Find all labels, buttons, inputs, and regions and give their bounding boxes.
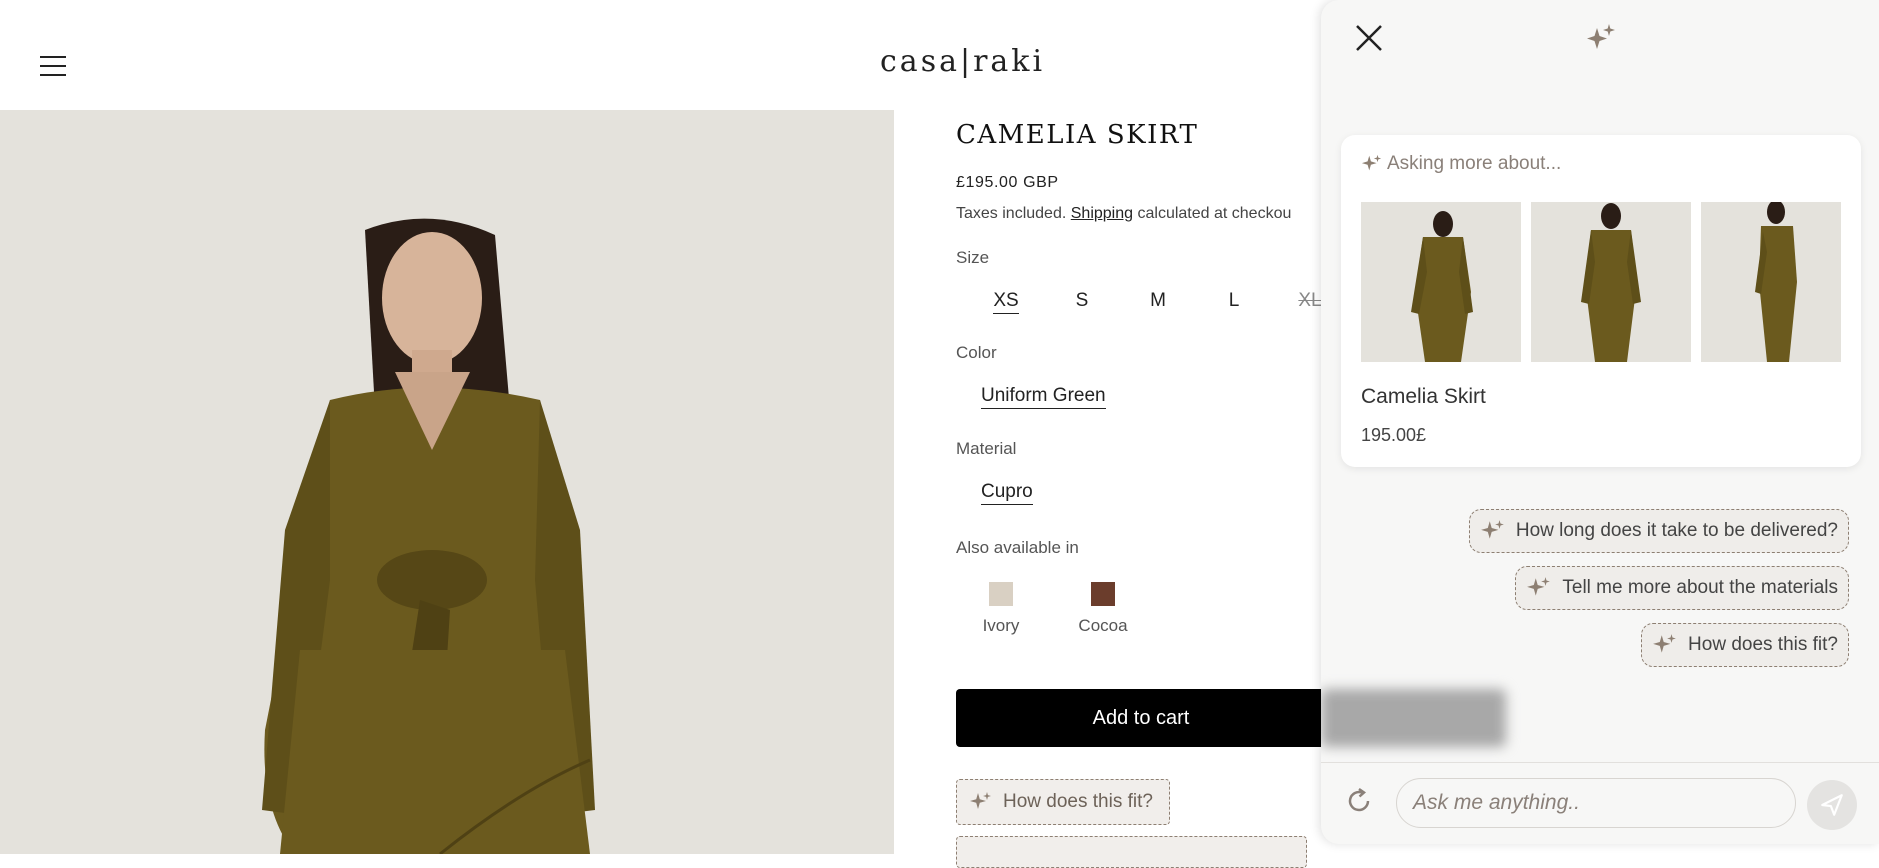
size-option-m[interactable]: M (1120, 290, 1196, 312)
product-thumbnail-side[interactable] (1701, 202, 1841, 362)
send-button[interactable] (1807, 780, 1857, 830)
card-product-name: Camelia Skirt (1361, 385, 1486, 408)
sparkle-icon (970, 792, 991, 809)
cocoa-swatch (1091, 582, 1115, 606)
tax-note: Taxes included. Shipping calculated at c… (956, 205, 1291, 223)
size-option-s[interactable]: S (1044, 290, 1120, 312)
sparkle-icon (1480, 520, 1504, 539)
suggestion-fit[interactable]: How does this fit? (1641, 623, 1849, 667)
shipping-link[interactable]: Shipping (1071, 205, 1133, 222)
product-thumbnail-front[interactable] (1361, 202, 1521, 362)
sparkle-icon (1653, 634, 1676, 653)
refresh-icon[interactable] (1343, 785, 1375, 817)
suggestion-materials-label: Tell me more about the materials (1562, 577, 1838, 598)
ask-input[interactable]: Ask me anything.. (1396, 778, 1796, 828)
product-price: £195.00 GBP (956, 174, 1059, 191)
variant-cocoa-label: Cocoa (1078, 616, 1128, 635)
add-to-cart-button[interactable]: Add to cart (956, 689, 1326, 747)
sparkle-icon (1585, 22, 1617, 54)
brand-logo[interactable]: casa|raki (880, 44, 1045, 79)
asking-label: Asking more about... (1387, 153, 1562, 174)
variant-cocoa[interactable]: Cocoa (1078, 582, 1128, 636)
suggestion-delivery[interactable]: How long does it take to be delivered? (1468, 509, 1849, 553)
color-value[interactable]: Uniform Green (981, 385, 1106, 409)
typing-placeholder (1321, 689, 1506, 747)
size-option-l[interactable]: L (1196, 290, 1272, 312)
close-icon[interactable] (1353, 22, 1385, 54)
product-thumbnail-back[interactable] (1531, 202, 1691, 362)
product-image (0, 110, 894, 854)
sparkle-icon (1361, 154, 1382, 171)
tax-suffix: calculated at checkou (1137, 205, 1292, 222)
product-context-card: Asking more about... Camelia Skirt 195.0… (1341, 135, 1861, 467)
suggestion-delivery-label: How long does it take to be delivered? (1515, 520, 1838, 541)
size-selector: XS S M L XL (968, 290, 1348, 314)
variant-ivory[interactable]: Ivory (976, 582, 1026, 636)
sparkle-icon (1527, 577, 1551, 596)
size-option-xs[interactable]: XS (968, 290, 1044, 314)
size-label: Size (956, 248, 990, 267)
assistant-panel: Asking more about... Camelia Skirt 195.0… (1321, 0, 1879, 844)
variant-ivory-label: Ivory (982, 616, 1020, 635)
suggestion-fit-label: How does this fit? (1688, 634, 1838, 655)
suggestion-chip-fit[interactable]: How does this fit? (956, 779, 1170, 825)
material-value[interactable]: Cupro (981, 481, 1033, 505)
suggestion-chip-label: How does this fit? (1003, 791, 1153, 812)
suggestion-materials[interactable]: Tell me more about the materials (1515, 566, 1849, 610)
divider (1321, 762, 1879, 763)
material-option[interactable]: Cupro (981, 481, 1033, 505)
ask-input-placeholder: Ask me anything.. (1413, 791, 1580, 814)
tax-prefix: Taxes included. (956, 205, 1067, 222)
ivory-swatch (989, 582, 1013, 606)
color-option[interactable]: Uniform Green (981, 385, 1106, 409)
menu-icon[interactable] (40, 56, 66, 78)
material-label: Material (956, 439, 1017, 458)
card-product-price: 195.00£ (1361, 425, 1427, 445)
suggestion-chip-partial[interactable] (956, 836, 1307, 868)
color-label: Color (956, 343, 997, 362)
asking-header: Asking more about... (1361, 153, 1561, 175)
product-title: CAMELIA SKIRT (956, 120, 1199, 150)
also-available-label: Also available in (956, 538, 1079, 557)
send-icon (1821, 794, 1843, 816)
